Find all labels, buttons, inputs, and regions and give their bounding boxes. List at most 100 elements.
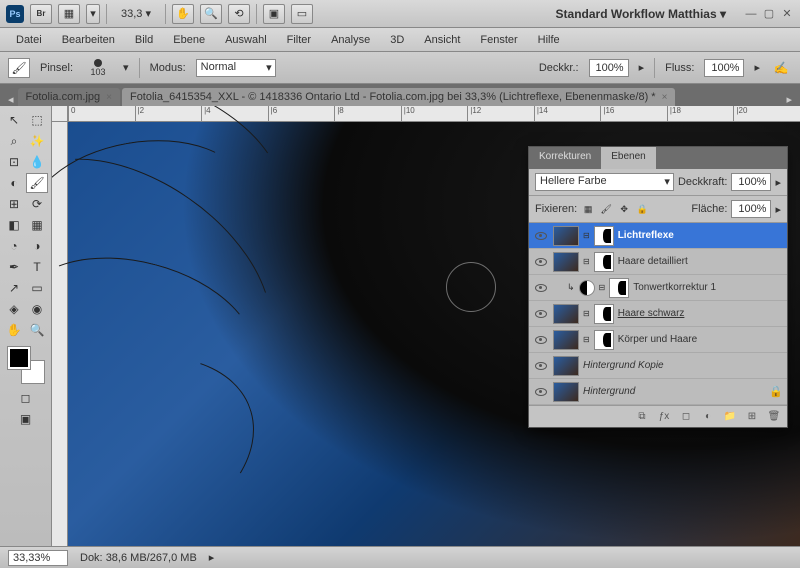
link-mask-icon[interactable]: ⊟ bbox=[583, 257, 590, 266]
panel-tab-ebenen[interactable]: Ebenen bbox=[601, 147, 655, 169]
dropdown-arrow[interactable]: ▾ bbox=[86, 4, 100, 24]
layer-blend-mode[interactable]: Hellere Farbe▾ bbox=[535, 173, 674, 191]
healing-tool[interactable]: ◐ bbox=[3, 173, 25, 193]
link-mask-icon[interactable]: ⊟ bbox=[583, 231, 590, 240]
menu-bild[interactable]: Bild bbox=[127, 30, 161, 50]
dodge-tool[interactable]: ◑ bbox=[26, 236, 48, 256]
3d-camera-tool[interactable]: ◉ bbox=[26, 299, 48, 319]
layer-row[interactable]: ↳⊟Tonwertkorrektur 1 bbox=[529, 275, 787, 301]
layer-row[interactable]: Hintergrund🔒 bbox=[529, 379, 787, 405]
rotate-view-button[interactable]: ⟲ bbox=[228, 4, 250, 24]
wand-tool[interactable]: ✨ bbox=[26, 131, 48, 151]
layer-fx-icon[interactable]: ƒx bbox=[657, 410, 671, 424]
blur-tool[interactable]: ◔ bbox=[3, 236, 25, 256]
layer-mask-thumb[interactable] bbox=[594, 330, 614, 350]
zoom-tool[interactable]: 🔍 bbox=[26, 320, 48, 340]
layer-opacity-input[interactable] bbox=[731, 173, 771, 191]
menu-ebene[interactable]: Ebene bbox=[165, 30, 213, 50]
visibility-toggle[interactable] bbox=[533, 358, 549, 374]
screen-mode-button[interactable]: ▭ bbox=[291, 4, 313, 24]
menu-analyse[interactable]: Analyse bbox=[323, 30, 378, 50]
airbrush-toggle[interactable]: ✍ bbox=[770, 58, 792, 78]
pen-tool[interactable]: ✒ bbox=[3, 257, 25, 277]
layer-mask-thumb[interactable] bbox=[594, 252, 614, 272]
layer-name[interactable]: Haare schwarz bbox=[618, 308, 783, 319]
hand-tool-button[interactable]: ✋ bbox=[172, 4, 194, 24]
link-mask-icon[interactable]: ⊟ bbox=[583, 335, 590, 344]
flyout-icon[interactable]: ▸ bbox=[775, 203, 781, 216]
menu-3d[interactable]: 3D bbox=[382, 30, 412, 50]
lasso-tool[interactable]: ⌕ bbox=[3, 131, 25, 151]
tab-scroll-left[interactable]: ◂ bbox=[4, 93, 18, 106]
history-brush-tool[interactable]: ⟳ bbox=[26, 194, 48, 214]
current-tool-icon[interactable]: 🖌 bbox=[8, 58, 30, 78]
minimize-button[interactable]: — bbox=[744, 7, 758, 21]
arrange-button[interactable]: ▣ bbox=[263, 4, 285, 24]
visibility-toggle[interactable] bbox=[533, 254, 549, 270]
layer-row[interactable]: ⊟ Lichtreflexe bbox=[529, 223, 787, 249]
lock-transparency-icon[interactable]: ▦ bbox=[581, 202, 595, 216]
eraser-tool[interactable]: ◧ bbox=[3, 215, 25, 235]
layer-row[interactable]: ⊟Körper und Haare bbox=[529, 327, 787, 353]
menu-ansicht[interactable]: Ansicht bbox=[416, 30, 468, 50]
type-tool[interactable]: T bbox=[26, 257, 48, 277]
menu-datei[interactable]: Datei bbox=[8, 30, 50, 50]
screenmode-toggle[interactable]: ▣ bbox=[15, 409, 37, 429]
flyout-icon[interactable]: ▸ bbox=[209, 551, 215, 564]
zoom-display[interactable]: 33,3 ▾ bbox=[113, 7, 159, 20]
quickmask-toggle[interactable]: ◻ bbox=[15, 388, 37, 408]
layer-row[interactable]: ⊟ Haare detailliert bbox=[529, 249, 787, 275]
menu-bearbeiten[interactable]: Bearbeiten bbox=[54, 30, 123, 50]
lock-position-icon[interactable]: ✥ bbox=[617, 202, 631, 216]
color-swatches[interactable] bbox=[8, 347, 44, 383]
stamp-tool[interactable]: ⊞ bbox=[3, 194, 25, 214]
visibility-toggle[interactable] bbox=[533, 228, 549, 244]
3d-tool[interactable]: ◈ bbox=[3, 299, 25, 319]
layer-mask-icon[interactable]: ◻ bbox=[679, 410, 693, 424]
marquee-tool[interactable]: ⬚ bbox=[26, 110, 48, 130]
zoom-tool-button[interactable]: 🔍 bbox=[200, 4, 222, 24]
close-tab-icon[interactable]: × bbox=[106, 92, 112, 103]
layer-mask-thumb[interactable] bbox=[594, 226, 614, 246]
link-mask-icon[interactable]: ⊟ bbox=[583, 309, 590, 318]
close-button[interactable]: ✕ bbox=[780, 7, 794, 21]
visibility-toggle[interactable] bbox=[533, 332, 549, 348]
layer-name[interactable]: Hintergrund Kopie bbox=[583, 360, 783, 371]
move-tool[interactable]: ↖ bbox=[3, 110, 25, 130]
blend-mode-dropdown[interactable]: Normal▾ bbox=[196, 59, 276, 77]
path-tool[interactable]: ↗ bbox=[3, 278, 25, 298]
layer-name[interactable]: Haare detailliert bbox=[618, 256, 783, 267]
delete-layer-icon[interactable]: 🗑 bbox=[767, 410, 781, 424]
tab-scroll-right[interactable]: ▸ bbox=[782, 93, 796, 106]
menu-fenster[interactable]: Fenster bbox=[472, 30, 525, 50]
workspace-selector[interactable]: Standard Workflow Matthias ▾ bbox=[556, 7, 726, 21]
flow-input[interactable] bbox=[704, 59, 744, 77]
eyedropper-tool[interactable]: 💧 bbox=[26, 152, 48, 172]
crop-tool[interactable]: ⊡ bbox=[3, 152, 25, 172]
layer-mask-thumb[interactable] bbox=[594, 304, 614, 324]
flyout-icon[interactable]: ▸ bbox=[754, 61, 760, 74]
maximize-button[interactable]: ▢ bbox=[762, 7, 776, 21]
new-layer-icon[interactable]: ⊞ bbox=[745, 410, 759, 424]
layer-mask-thumb[interactable] bbox=[609, 278, 629, 298]
layer-group-icon[interactable]: 📁 bbox=[723, 410, 737, 424]
layer-name[interactable]: Hintergrund bbox=[583, 386, 765, 397]
menu-auswahl[interactable]: Auswahl bbox=[217, 30, 275, 50]
gradient-tool[interactable]: ▦ bbox=[26, 215, 48, 235]
foreground-color[interactable] bbox=[8, 347, 30, 369]
document-tab-active[interactable]: Fotolia_6415354_XXL - © 1418336 Ontario … bbox=[122, 88, 675, 106]
flyout-icon[interactable]: ▸ bbox=[775, 176, 781, 189]
document-tab-inactive[interactable]: Fotolia.com.jpg× bbox=[18, 88, 120, 106]
dropdown-arrow-icon[interactable]: ▾ bbox=[123, 61, 129, 74]
history-button[interactable]: ▦ bbox=[58, 4, 80, 24]
layer-row[interactable]: Hintergrund Kopie bbox=[529, 353, 787, 379]
visibility-toggle[interactable] bbox=[533, 280, 549, 296]
menu-hilfe[interactable]: Hilfe bbox=[530, 30, 568, 50]
layer-name[interactable]: Lichtreflexe bbox=[618, 230, 783, 241]
layer-row[interactable]: ⊟ Haare schwarz bbox=[529, 301, 787, 327]
close-tab-icon[interactable]: × bbox=[662, 92, 668, 103]
fill-input[interactable] bbox=[731, 200, 771, 218]
layer-name[interactable]: Tonwertkorrektur 1 bbox=[633, 282, 783, 293]
panel-tab-korrekturen[interactable]: Korrekturen bbox=[529, 147, 601, 169]
menu-filter[interactable]: Filter bbox=[279, 30, 319, 50]
